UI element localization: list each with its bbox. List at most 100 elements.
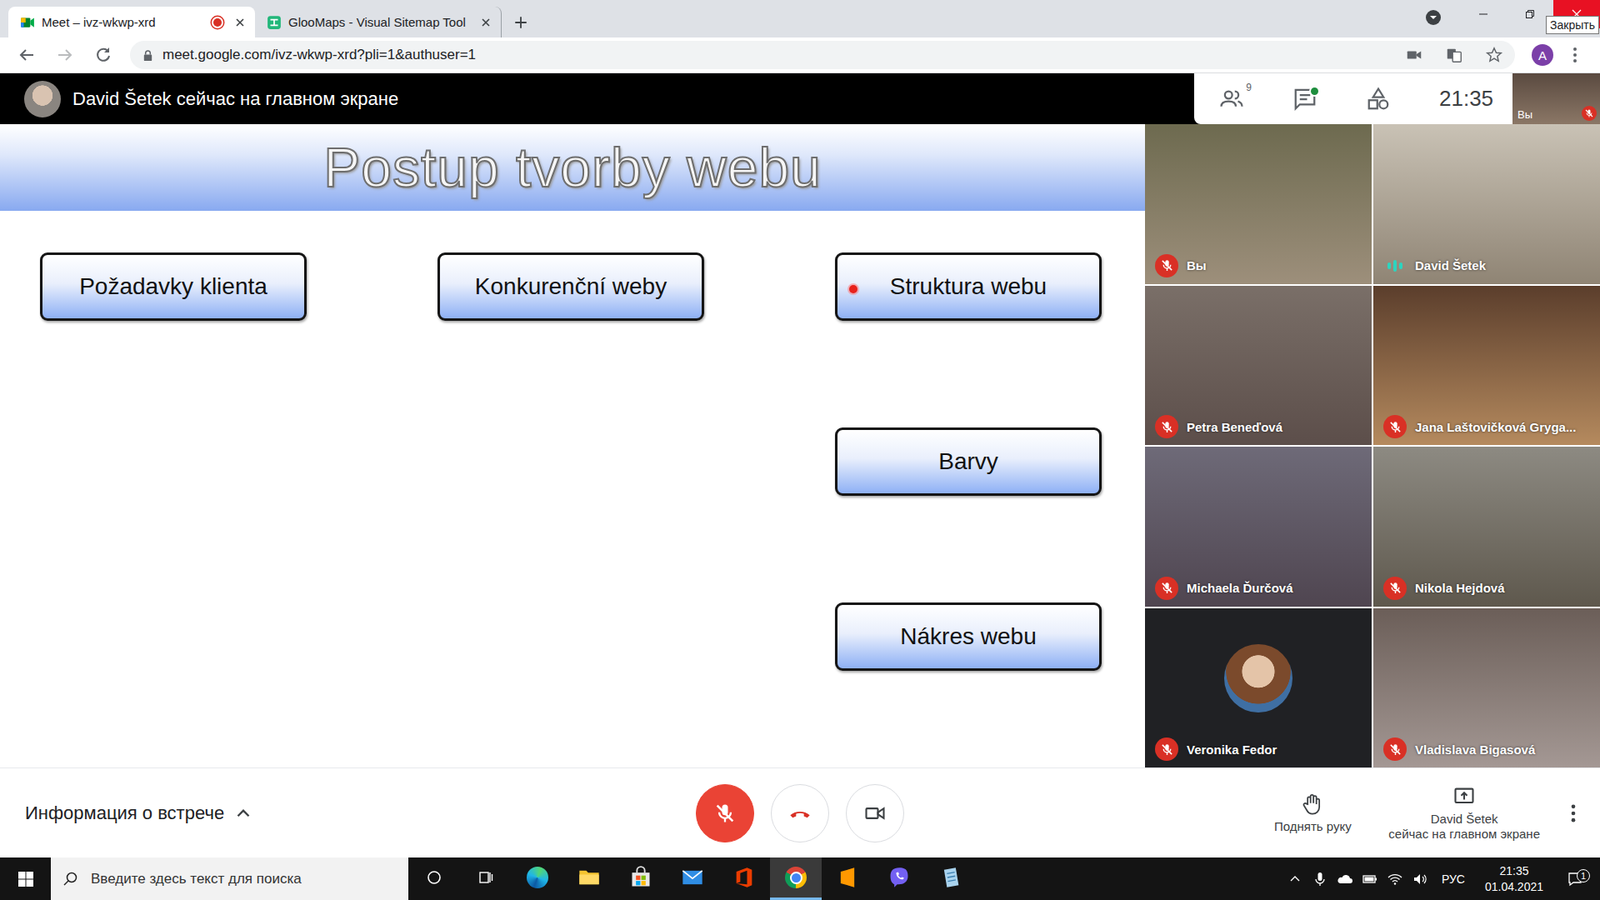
participant-tile[interactable]: Veronika Fedor: [1145, 608, 1372, 769]
wifi-icon[interactable]: [1386, 870, 1404, 888]
meeting-toolbar: 9 21:35: [1194, 73, 1513, 125]
muted-indicator: [1383, 576, 1407, 600]
windows-logo-icon: [17, 870, 35, 888]
close-tab-icon[interactable]: [233, 15, 247, 30]
omnibox[interactable]: meet.google.com/ivz-wkwp-xrd?pli=1&authu…: [130, 40, 1515, 70]
taskbar-app[interactable]: [615, 857, 667, 900]
participant-tile[interactable]: Petra Beneďová: [1145, 285, 1372, 446]
notification-button[interactable]: 1: [1558, 870, 1592, 888]
presenting-status: сейчас на главном экране: [1388, 826, 1540, 842]
battery-icon[interactable]: [1361, 870, 1379, 888]
people-button[interactable]: 9: [1219, 86, 1245, 112]
taskbar-app[interactable]: [925, 857, 977, 900]
camera-button[interactable]: [845, 784, 905, 843]
taskbar-app[interactable]: [563, 857, 615, 900]
present-screen-icon: [1452, 785, 1476, 809]
activities-button[interactable]: [1365, 86, 1391, 112]
meet-header: David Šetek сейчас на главном экране 9 2…: [0, 73, 1600, 125]
diagram-node: Barvy: [835, 427, 1102, 496]
task-view-button[interactable]: [460, 857, 512, 900]
chat-button[interactable]: [1292, 86, 1318, 112]
more-options-icon[interactable]: [1561, 801, 1585, 825]
minimize-icon: [1478, 9, 1489, 20]
mail-icon: [680, 865, 705, 890]
forward-icon[interactable]: [48, 45, 82, 65]
activities-icon: [1365, 86, 1391, 112]
muted-indicator: [1155, 254, 1179, 278]
browser-tab[interactable]: GlooMaps - Visual Sitemap Tool: [255, 6, 502, 38]
participant-grid: Вы David Šetek Petra Beneďová Jana Lašto…: [1145, 124, 1600, 768]
diagram-node: Konkurenční weby: [437, 252, 705, 321]
participant-tile[interactable]: Michaela Ďurčová: [1145, 446, 1372, 607]
participant-tile[interactable]: Vladislava Bigasová: [1373, 608, 1600, 769]
sublime-icon: [835, 865, 860, 890]
participant-tile[interactable]: Вы: [1145, 124, 1372, 285]
participant-tile[interactable]: Nikola Hejdová: [1373, 446, 1600, 607]
muted-indicator: [1155, 576, 1179, 600]
side-controls: Поднять руку David Šetek сейчас на главн…: [904, 785, 1600, 842]
taskbar-app[interactable]: [511, 857, 564, 900]
edge-icon: [526, 866, 549, 889]
start-button[interactable]: [0, 857, 51, 900]
minimize-button[interactable]: [1460, 0, 1507, 29]
url-text[interactable]: meet.google.com/ivz-wkwp-xrd?pli=1&authu…: [162, 46, 1384, 64]
folder-icon: [577, 865, 601, 890]
diagram-node: Požadavky klienta: [40, 252, 307, 321]
camera-permission-icon[interactable]: [1405, 45, 1424, 65]
bookmark-star-icon[interactable]: [1485, 45, 1504, 65]
participant-tile[interactable]: David Šetek: [1373, 124, 1600, 285]
reload-icon[interactable]: [86, 45, 120, 65]
mic-muted-icon: [1388, 420, 1403, 435]
microphone-tray-icon[interactable]: [1311, 870, 1329, 888]
lock-icon[interactable]: [141, 49, 155, 62]
tab-search-icon[interactable]: [1425, 9, 1442, 26]
muted-indicator: [1383, 737, 1407, 761]
profile-avatar[interactable]: A: [1531, 44, 1554, 66]
participant-nameplate: Michaela Ďurčová: [1155, 576, 1369, 600]
screen: Meet – ivz-wkwp-xrd GlooMaps - Visual Si…: [0, 0, 1600, 900]
cortana-button[interactable]: [408, 857, 460, 900]
participant-name: Nikola Hejdová: [1415, 580, 1505, 595]
taskbar-app[interactable]: [718, 857, 770, 900]
participant-nameplate: Jana Laštovičková Gryga...: [1383, 415, 1597, 439]
call-controls: Информация о встрече Поднять руку David …: [0, 767, 1600, 858]
menu-dots-icon[interactable]: [1558, 45, 1592, 65]
translate-icon[interactable]: [1445, 45, 1464, 65]
hang-up-button[interactable]: [770, 784, 830, 843]
taskbar-app[interactable]: [821, 857, 874, 900]
participant-name: David Šetek: [1415, 258, 1486, 273]
participant-tile[interactable]: Jana Laštovičková Gryga...: [1373, 285, 1600, 446]
clock-time: 21:35: [1499, 863, 1529, 880]
taskbar-clock[interactable]: 21:35 01.04.2021: [1485, 863, 1544, 895]
mic-muted-icon: [1160, 580, 1175, 595]
presenting-button[interactable]: David Šetek сейчас на главном экране: [1388, 785, 1540, 842]
taskbar-app[interactable]: [873, 857, 925, 900]
volume-icon[interactable]: [1411, 870, 1429, 888]
new-tab-icon[interactable]: [513, 15, 529, 30]
taskbar-search[interactable]: Введите здесь текст для поиска: [50, 857, 409, 900]
participants-count: 9: [1245, 81, 1252, 94]
slide-title: Postup tvorby webu: [323, 135, 822, 200]
raise-hand-button[interactable]: Поднять руку: [1258, 792, 1367, 835]
muted-indicator: [1155, 737, 1179, 761]
show-hidden-icons-icon[interactable]: [1286, 870, 1304, 888]
participant-nameplate: Nikola Hejdová: [1383, 576, 1597, 600]
recording-icon: [213, 18, 222, 27]
search-placeholder: Введите здесь текст для поиска: [90, 870, 302, 888]
node-label: Struktura webu: [890, 273, 1047, 300]
back-icon[interactable]: [10, 45, 44, 65]
chevron-up-icon: [232, 802, 255, 825]
meeting-clock: 21:35: [1439, 85, 1494, 112]
close-tab-icon[interactable]: [479, 15, 493, 30]
taskbar-app[interactable]: [770, 857, 822, 900]
input-language[interactable]: РУС: [1441, 872, 1465, 886]
taskbar-app[interactable]: [666, 857, 719, 900]
restore-icon: [1525, 9, 1535, 20]
browser-tab[interactable]: Meet – ivz-wkwp-xrd: [8, 6, 255, 38]
onedrive-icon[interactable]: [1336, 870, 1354, 888]
meeting-info-button[interactable]: Информация о встрече: [0, 802, 696, 825]
unread-dot: [1309, 85, 1320, 97]
meeting-stage: Postup tvorby webu Požadavky klienta Kon…: [0, 124, 1600, 768]
microphone-button[interactable]: [695, 784, 755, 843]
participant-nameplate: Вы: [1155, 254, 1369, 278]
